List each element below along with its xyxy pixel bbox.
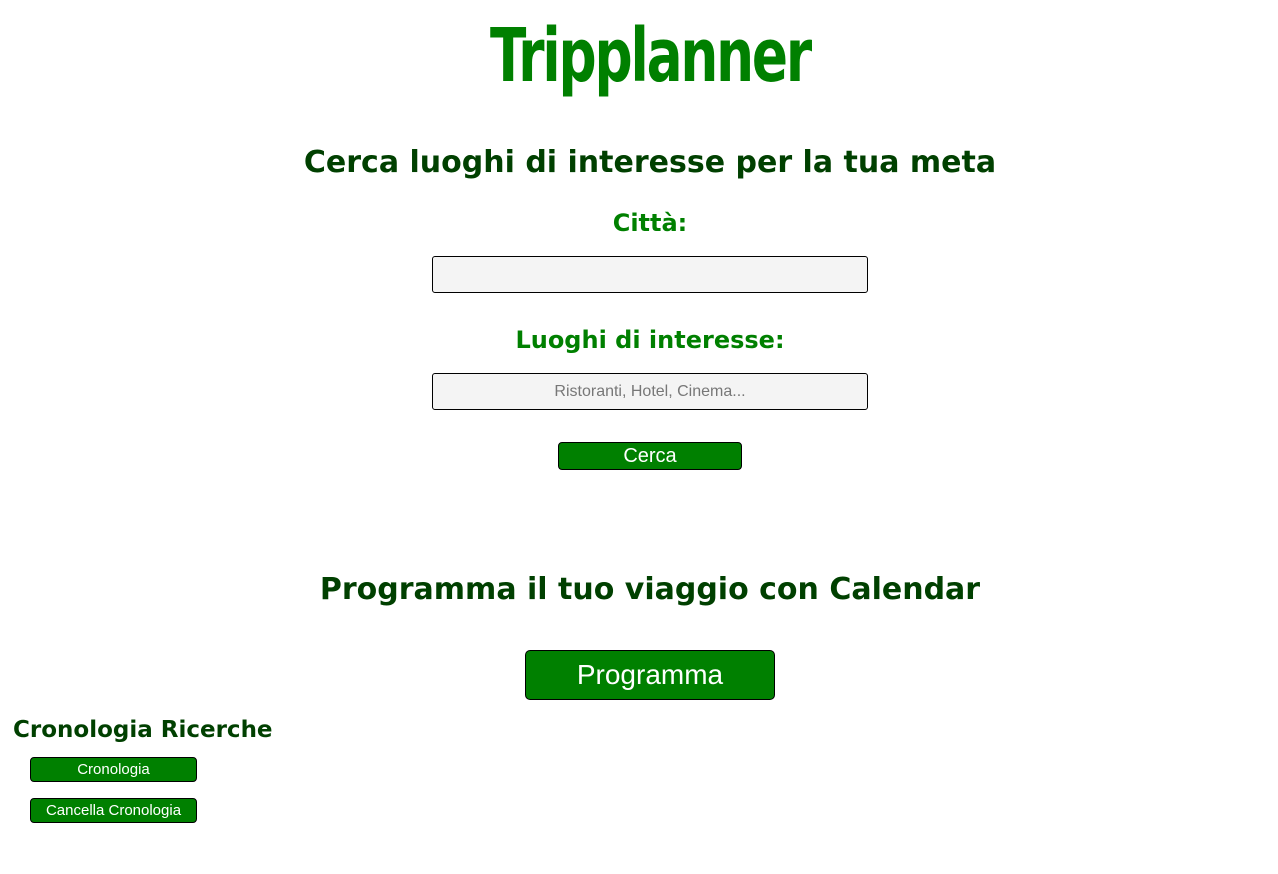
schedule-button[interactable]: Programma	[525, 650, 775, 700]
city-input[interactable]	[432, 256, 868, 293]
calendar-section-title: Programma il tuo viaggio con Calendar	[319, 572, 981, 607]
city-label: Città:	[612, 209, 688, 237]
history-button[interactable]: Cronologia	[30, 757, 197, 782]
search-section-title: Cerca luoghi di interesse per la tua met…	[303, 145, 997, 180]
history-section-title: Cronologia Ricerche	[13, 717, 273, 743]
app-logo: Tripplanner	[489, 13, 812, 99]
search-button[interactable]: Cerca	[558, 442, 742, 470]
places-input[interactable]	[432, 373, 868, 410]
clear-history-button[interactable]: Cancella Cronologia	[30, 798, 197, 823]
places-label: Luoghi di interesse:	[515, 326, 785, 354]
